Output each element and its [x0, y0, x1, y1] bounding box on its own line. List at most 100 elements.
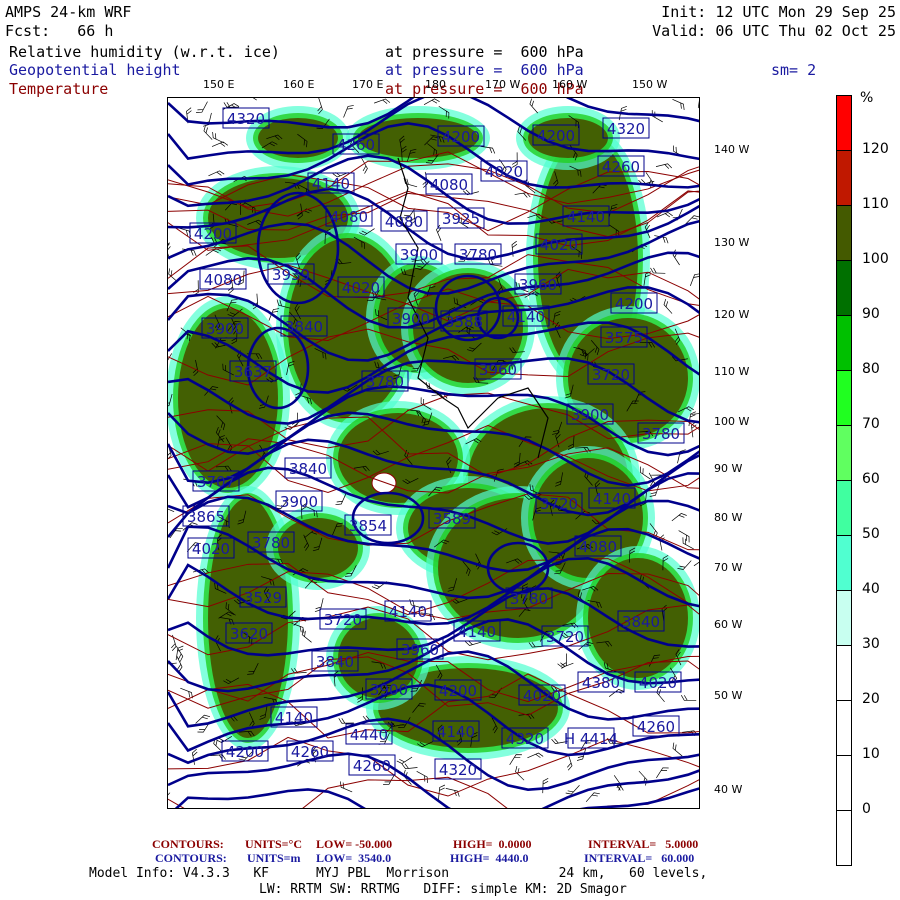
colorbar-swatch: [836, 535, 852, 590]
colorbar-tick-label: 120: [862, 141, 889, 157]
colorbar-tick-label: 20: [862, 691, 880, 707]
height-contour-label: 4140: [458, 623, 496, 641]
smoothing-label: sm= 2: [771, 61, 817, 79]
colorbar: [836, 95, 852, 866]
longitude-label: 160 W: [552, 78, 588, 91]
height-contour-label: 4320: [439, 761, 477, 779]
init-time: Init: 12 UTC Mon 29 Sep 25: [661, 3, 896, 21]
height-contour-label: 3780: [252, 534, 290, 552]
longitude-label: 170 W: [485, 78, 521, 91]
height-contour-label: 4080: [579, 538, 617, 556]
wind-barb: [689, 273, 701, 287]
colorbar-tick-label: 80: [862, 361, 880, 377]
height-contour-label: 3589: [433, 510, 471, 528]
height-contour-label: 3840: [285, 318, 323, 336]
height-contour-label: 3900: [206, 320, 244, 338]
height-contour-label: 4260: [353, 757, 391, 775]
wind-barb: [656, 767, 669, 779]
height-contour-label: 3854: [349, 517, 387, 535]
height-contour-label: 3865: [187, 508, 225, 526]
latitude-label: 130 W: [714, 236, 750, 249]
wind-barb: [401, 763, 418, 770]
height-contour-label: 3780: [459, 246, 497, 264]
height-contour-label: 3588: [445, 313, 483, 331]
height-contour-label: 4080: [430, 176, 468, 194]
height-contour-label: 4260: [337, 136, 375, 154]
wind-barb: [671, 513, 687, 522]
temp-contours-low: LOW= -50.000: [316, 837, 393, 851]
wind-barb: [663, 298, 673, 314]
height-contour-label: 4200: [537, 127, 575, 145]
colorbar-swatch: [836, 480, 852, 535]
wind-barb: [301, 628, 312, 643]
wind-barb: [396, 756, 413, 764]
height-contour-label: 4080: [330, 208, 368, 226]
height-contour-label: H 4414: [564, 730, 618, 748]
model-info: Model Info: V4.3.3 KF MYJ PBL Morrison 2…: [89, 866, 708, 881]
height-contour-label: 4080: [204, 271, 242, 289]
colorbar-swatch: [836, 425, 852, 480]
model-info-physics: LW: RRTM SW: RRTMG DIFF: simple KM: 2D S…: [259, 882, 627, 897]
humidity-area: [371, 472, 397, 494]
height-contours-units: UNITS=m: [247, 851, 301, 865]
wind-barb: [343, 105, 354, 118]
height-contour-label: 3900: [280, 493, 318, 511]
wind-barb: [678, 530, 690, 543]
wind-barb: [650, 267, 666, 274]
height-contour-label: 3960: [479, 361, 517, 379]
wind-barb: [193, 280, 199, 296]
wind-barb: [416, 771, 428, 783]
height-contour-label: 3925: [442, 210, 480, 228]
height-contour-label: 4200: [615, 295, 653, 313]
latitude-label: 140 W: [714, 143, 750, 156]
wind-barb: [438, 784, 446, 800]
forecast-hour: Fcst: 66 h: [5, 22, 114, 40]
height-contour-label: 4020: [342, 279, 380, 297]
height-contour-label: 3900: [571, 406, 609, 424]
height-contour-label: 3780: [510, 590, 548, 608]
height-contour-label: 3900: [400, 246, 438, 264]
height-contour-label: 4140: [275, 709, 313, 727]
colorbar-tick-label: 100: [862, 251, 889, 267]
height-contour-label: 3575: [605, 329, 643, 347]
colorbar-swatch: [836, 150, 852, 205]
latitude-label: 40 W: [714, 783, 743, 796]
wind-barb: [203, 125, 213, 140]
wind-barb: [314, 598, 324, 612]
map-plot-area: 4320 4260 4200 4200 4320 4260 4020 4140 4080 4080…: [155, 60, 729, 858]
temp-contours-high: HIGH= 0.0000: [453, 837, 532, 851]
colorbar-swatch: [836, 700, 852, 755]
height-contour-label: 3960: [401, 641, 439, 659]
latitude-label: 50 W: [714, 689, 743, 702]
wind-barb: [155, 792, 171, 802]
temp-contours-interval: INTERVAL= 5.0000: [588, 837, 699, 851]
wind-barb: [672, 98, 685, 110]
height-contour-label: 4320: [506, 730, 544, 748]
colorbar-tick-label: 10: [862, 746, 880, 762]
height-contour-label: 3720: [546, 628, 584, 646]
colorbar-tick-label: 40: [862, 581, 880, 597]
wind-barb: [542, 777, 549, 794]
height-contour-label: 4320: [227, 110, 265, 128]
longitude-label: 150 E: [203, 78, 235, 91]
wind-barb: [697, 93, 706, 109]
height-contour-label: 4140: [567, 208, 605, 226]
height-contour-label: 4020: [639, 674, 677, 692]
height-contour-label: 4020: [540, 236, 578, 254]
height-contour-label: 4200: [226, 743, 264, 761]
height-contours-label: CONTOURS:: [155, 851, 227, 865]
colorbar-tick-label: 50: [862, 526, 880, 542]
height-contour-label: 4140: [593, 490, 631, 508]
wind-barb: [212, 131, 225, 144]
wind-barb: [155, 242, 170, 252]
colorbar-swatch: [836, 95, 852, 150]
latitude-label: 100 W: [714, 415, 750, 428]
colorbar-swatch: [836, 645, 852, 700]
latitude-label: 80 W: [714, 511, 743, 524]
colorbar-tick-label: 0: [862, 801, 871, 817]
wind-barb: [672, 742, 683, 757]
colorbar-tick-label: 60: [862, 471, 880, 487]
wind-barb: [197, 721, 211, 733]
longitude-label: 150 W: [632, 78, 668, 91]
wind-barb: [680, 695, 697, 701]
